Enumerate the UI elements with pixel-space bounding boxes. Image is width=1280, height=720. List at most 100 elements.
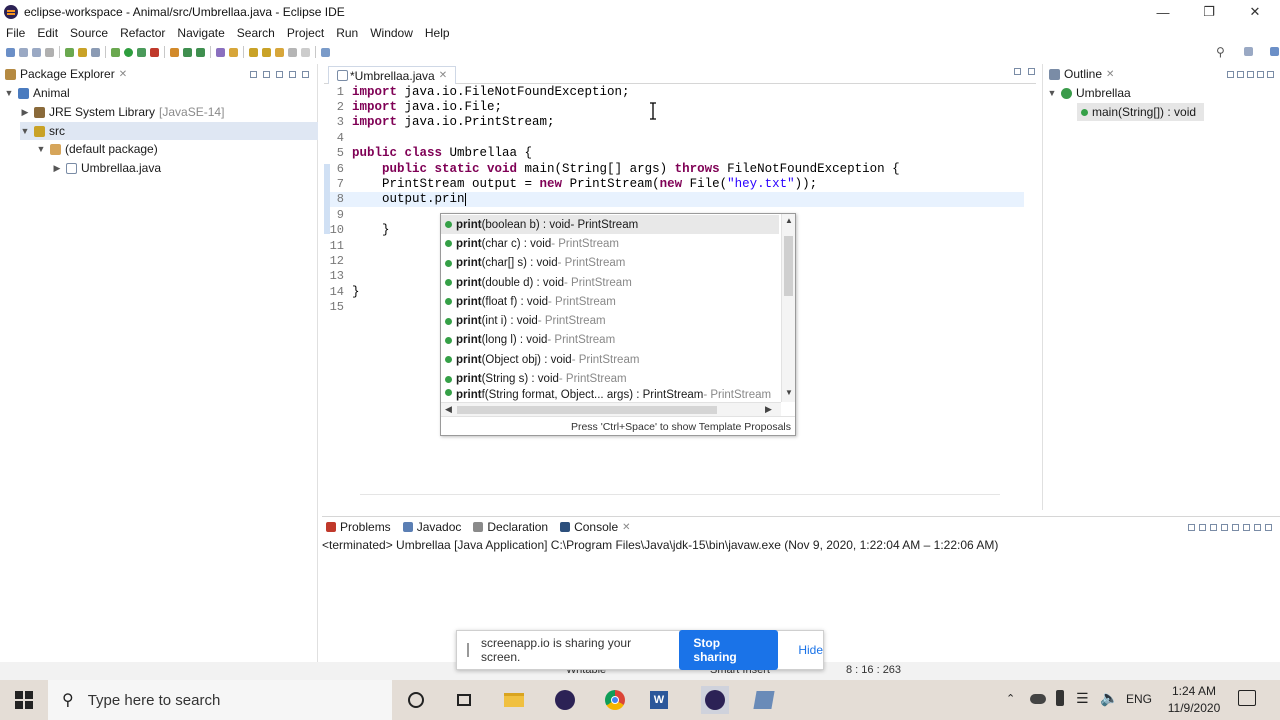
close-button[interactable]: ✕ xyxy=(1232,0,1278,24)
chevron-down-icon[interactable]: ▼ xyxy=(20,126,30,136)
coverage-icon[interactable] xyxy=(137,47,146,57)
back-icon[interactable] xyxy=(288,47,297,57)
hide-static-icon[interactable] xyxy=(1247,70,1254,78)
proposal-item[interactable]: print (boolean b) : void - PrintStream xyxy=(441,215,779,235)
forward-icon[interactable] xyxy=(301,47,310,57)
run-icon[interactable] xyxy=(124,47,133,57)
maximize-button[interactable]: ❐ xyxy=(1186,0,1232,24)
pin-console-icon[interactable] xyxy=(1232,523,1239,531)
hide-button[interactable]: Hide xyxy=(798,643,823,657)
scrollbar-thumb[interactable] xyxy=(457,406,717,414)
minimize-icon[interactable] xyxy=(1254,523,1261,531)
tab-console[interactable]: Console ✕ xyxy=(560,520,631,534)
tree-item-default-package[interactable]: ▼ (default package) xyxy=(36,140,158,158)
search-icon[interactable]: ⚲ xyxy=(1216,45,1225,59)
proposal-item[interactable]: print (long l) : void - PrintStream xyxy=(441,331,779,350)
menu-window[interactable]: Window xyxy=(364,26,419,40)
vertical-scrollbar[interactable]: ▲ ▼ xyxy=(781,214,795,402)
tab-declaration[interactable]: Declaration xyxy=(473,520,548,534)
open-type-icon[interactable] xyxy=(216,47,225,57)
sort-icon[interactable] xyxy=(1227,70,1234,78)
save-all-icon[interactable] xyxy=(32,47,41,57)
next-annotation-icon[interactable] xyxy=(249,47,258,57)
drag-handle-icon[interactable] xyxy=(467,643,469,657)
menu-project[interactable]: Project xyxy=(281,26,330,40)
proposal-item[interactable]: print (float f) : void - PrintStream xyxy=(441,292,779,311)
maximize-icon[interactable] xyxy=(302,70,309,78)
proposal-item[interactable]: print (Object obj) : void - PrintStream xyxy=(441,350,779,369)
tree-item-jre[interactable]: ▶ JRE System Library [JavaSE-14] xyxy=(20,103,225,121)
stop-sharing-button[interactable]: Stop sharing xyxy=(679,630,779,670)
outline-title[interactable]: Outline xyxy=(1064,67,1102,81)
menu-edit[interactable]: Edit xyxy=(31,26,64,40)
windows-start-icon[interactable] xyxy=(10,686,38,714)
device-icon[interactable] xyxy=(1056,690,1064,706)
chevron-down-icon[interactable]: ▼ xyxy=(36,144,46,154)
proposal-item[interactable]: print (double d) : void - PrintStream xyxy=(441,273,779,292)
toggle-icon[interactable] xyxy=(91,47,100,57)
new-icon[interactable] xyxy=(6,47,15,57)
word-icon[interactable]: W xyxy=(645,686,673,714)
proposal-item[interactable]: print (int i) : void - PrintStream xyxy=(441,312,779,331)
search-tool-icon[interactable] xyxy=(229,47,238,57)
chevron-down-icon[interactable]: ▼ xyxy=(4,88,14,98)
tab-javadoc[interactable]: Javadoc xyxy=(402,520,461,534)
clock-date[interactable]: 11/9/2020 xyxy=(1166,701,1222,715)
new-class-icon[interactable] xyxy=(196,47,205,57)
prev-annotation-icon[interactable] xyxy=(262,47,271,57)
view-menu-icon[interactable] xyxy=(276,70,283,78)
app-icon[interactable] xyxy=(750,686,778,714)
chevron-down-icon[interactable]: ▼ xyxy=(1047,88,1057,98)
new-java-project-icon[interactable] xyxy=(170,47,179,57)
save-icon[interactable] xyxy=(19,47,28,57)
horizontal-scrollbar[interactable] xyxy=(360,494,1000,504)
menu-help[interactable]: Help xyxy=(419,26,456,40)
pin-editor-icon[interactable] xyxy=(321,47,330,57)
chevron-right-icon[interactable]: ▶ xyxy=(52,163,62,174)
scroll-left-icon[interactable]: ◀ xyxy=(445,404,452,415)
hide-fields-icon[interactable] xyxy=(1237,70,1244,78)
new-package-icon[interactable] xyxy=(183,47,192,57)
chrome-icon[interactable] xyxy=(601,686,629,714)
language-indicator[interactable]: ENG xyxy=(1126,692,1152,706)
wizard-icon[interactable] xyxy=(78,47,87,57)
tree-item-file[interactable]: ▶ Umbrellaa.java xyxy=(52,159,162,177)
java-perspective-icon[interactable] xyxy=(1270,47,1279,56)
scroll-right-icon[interactable]: ▶ xyxy=(765,404,772,415)
minimize-button[interactable]: — xyxy=(1140,0,1186,24)
minimize-icon[interactable] xyxy=(289,70,296,78)
horizontal-scrollbar[interactable]: ◀ ▶ xyxy=(441,402,781,416)
file-explorer-icon[interactable] xyxy=(500,686,528,714)
scroll-down-icon[interactable]: ▼ xyxy=(785,388,793,397)
close-icon[interactable]: ✕ xyxy=(1106,69,1114,80)
scrollbar-thumb[interactable] xyxy=(784,236,793,296)
last-edit-icon[interactable] xyxy=(275,47,284,57)
eclipse-taskbar-icon[interactable] xyxy=(551,686,579,714)
close-icon[interactable]: ✕ xyxy=(119,69,127,80)
clear-console-icon[interactable] xyxy=(1210,523,1217,531)
build-icon[interactable] xyxy=(65,47,74,57)
outline-method-item[interactable]: main(String[]) : void xyxy=(1077,103,1205,121)
menu-source[interactable]: Source xyxy=(64,26,114,40)
network-icon[interactable]: ☰ xyxy=(1076,690,1089,707)
package-explorer-title[interactable]: Package Explorer xyxy=(20,67,115,81)
proposal-item[interactable]: print f(String format, Object... args) : … xyxy=(441,388,779,401)
proposal-item[interactable]: print (char[] s) : void - PrintStream xyxy=(441,254,779,273)
taskbar-search-box[interactable]: ⚲ Type here to search xyxy=(48,680,392,720)
menu-refactor[interactable]: Refactor xyxy=(114,26,171,40)
cortana-icon[interactable] xyxy=(402,686,430,714)
open-perspective-icon[interactable] xyxy=(1244,47,1253,56)
maximize-icon[interactable] xyxy=(1028,68,1035,75)
terminate-icon[interactable] xyxy=(1188,523,1195,531)
scroll-lock-icon[interactable] xyxy=(1221,523,1228,531)
notifications-icon[interactable] xyxy=(1238,690,1256,706)
chevron-right-icon[interactable]: ▶ xyxy=(20,107,30,118)
menu-file[interactable]: File xyxy=(0,26,31,40)
eclipse-active-icon[interactable] xyxy=(701,686,729,714)
maximize-icon[interactable] xyxy=(1265,523,1272,531)
onedrive-icon[interactable] xyxy=(1030,694,1046,704)
minimize-icon[interactable] xyxy=(1014,68,1021,75)
open-console-icon[interactable] xyxy=(1243,523,1250,531)
close-icon[interactable]: ✕ xyxy=(439,70,447,81)
link-editor-icon[interactable] xyxy=(263,70,270,78)
